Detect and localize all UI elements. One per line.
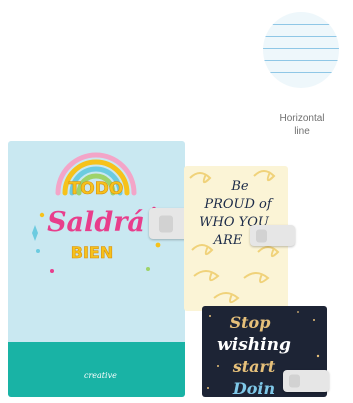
- snap-button-icon: [159, 215, 173, 232]
- cover-line-4: ARE: [213, 233, 243, 248]
- paper-swatch: [263, 12, 339, 88]
- cover-line-4: Doin: [232, 379, 275, 397]
- brand-logo: creative: [84, 371, 117, 380]
- cover-line-2: Saldrá: [47, 207, 145, 238]
- snap-button-icon: [256, 229, 267, 242]
- notebook-be-proud-clasp[interactable]: [250, 225, 295, 246]
- cover-line-2: PROUD of: [203, 197, 274, 212]
- cover-line-3: start: [232, 357, 276, 376]
- swatch-caption-line1: Horizontal: [279, 113, 325, 124]
- swatch-caption-line2: line: [294, 126, 310, 137]
- notebook-stop-wishing-clasp[interactable]: [283, 370, 329, 392]
- cover-line-1: TODO: [69, 179, 124, 199]
- notebook-color-band: [8, 342, 185, 397]
- swatch-caption: Horizontal line: [262, 112, 342, 138]
- notebook-todo-saldra-bien[interactable]: TODO Saldrá BIEN creative: [8, 141, 185, 397]
- cover-line-1: Stop: [230, 313, 271, 332]
- cover-line-1: Be: [230, 179, 249, 194]
- snap-button-icon: [289, 374, 300, 388]
- cover-line-3: BIEN: [71, 243, 113, 262]
- cover-line-2: wishing: [217, 335, 291, 355]
